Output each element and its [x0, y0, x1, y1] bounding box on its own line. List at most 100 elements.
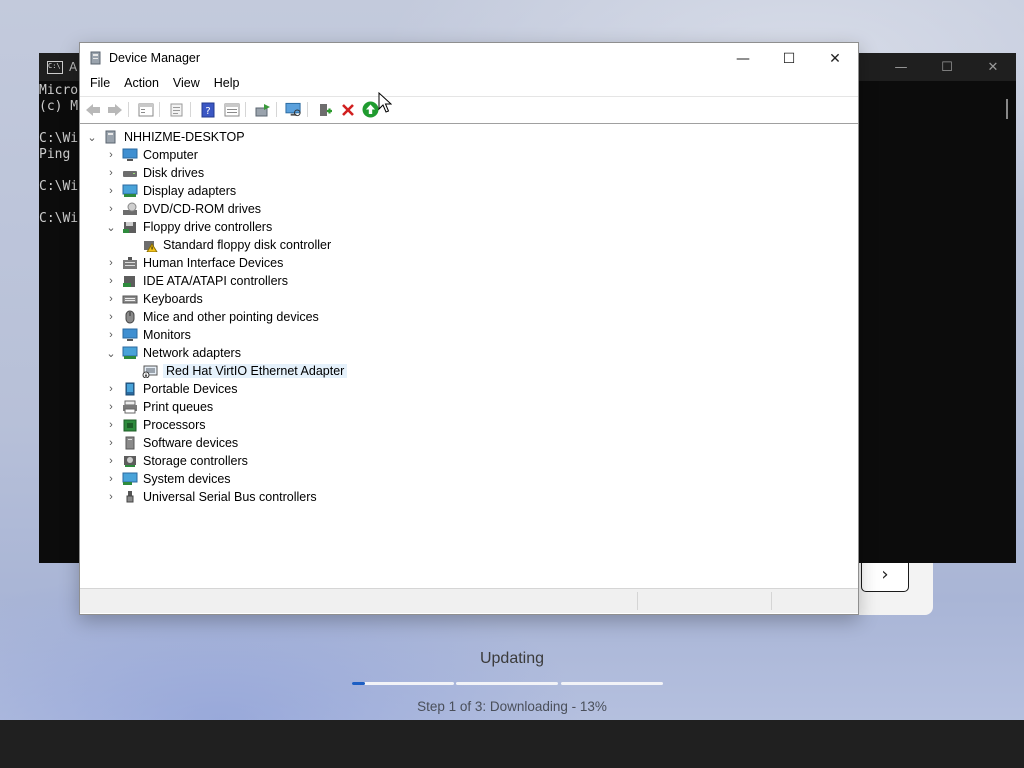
back-icon[interactable] [84, 101, 101, 118]
minimize-button[interactable]: — [720, 43, 766, 74]
console-close-button[interactable]: ✕ [970, 53, 1016, 81]
tree-category-item[interactable]: › IDE ATA/ATAPI controllers [105, 272, 288, 290]
console-app-icon: C:\ [47, 61, 63, 74]
uninstall-icon[interactable] [339, 101, 356, 118]
tree-device-item[interactable]: Red Hat VirtIO Ethernet Adapter [142, 362, 348, 380]
chevron-right-icon[interactable]: › [105, 329, 117, 341]
svg-text:?: ? [205, 106, 210, 117]
tree-item-label: System devices [143, 472, 231, 486]
chevron-right-icon[interactable]: › [105, 275, 117, 287]
chevron-right-icon: › [881, 563, 889, 585]
chevron-down-icon[interactable]: ⌄ [86, 131, 98, 144]
tree-category-item[interactable]: › Keyboards [105, 290, 203, 308]
console-minimize-button[interactable]: — [878, 53, 924, 81]
tree-category-item[interactable]: › System devices [105, 470, 231, 488]
chevron-down-icon[interactable]: ⌄ [105, 221, 117, 234]
tree-item-label: Print queues [143, 400, 214, 414]
floppy-controller-icon [123, 222, 136, 233]
tree-category-item[interactable]: › Processors [105, 416, 205, 434]
forward-icon[interactable] [106, 101, 123, 118]
ethernet-adapter-icon [142, 365, 158, 378]
properties-icon[interactable] [168, 101, 185, 118]
storage-controller-icon [124, 456, 136, 467]
device-tree[interactable]: ⌄ NHHIZME-DESKTOP › Computer › Disk drives ›… [80, 123, 858, 588]
tree-item-label: Display adapters [143, 184, 237, 198]
tree-item-label: Red Hat VirtIO Ethernet Adapter [163, 364, 348, 378]
tree-device-item[interactable]: Standard floppy disk controller [142, 236, 331, 254]
tree-category-item[interactable]: › Disk drives [105, 164, 204, 182]
ide-controller-icon [123, 276, 135, 287]
tree-category-item[interactable]: › Storage controllers [105, 452, 248, 470]
menu-file[interactable]: File [90, 74, 110, 95]
tree-item-label: Mice and other pointing devices [143, 310, 319, 324]
menu-help[interactable]: Help [214, 74, 240, 95]
chevron-right-icon[interactable]: › [105, 149, 117, 161]
status-bar [80, 588, 858, 613]
chevron-right-icon[interactable]: › [105, 293, 117, 305]
tree-item-label: Portable Devices [143, 382, 238, 396]
toolbar: ? [80, 96, 858, 122]
warning-device-icon [144, 241, 158, 252]
chevron-right-icon[interactable]: › [105, 383, 117, 395]
console-scrollbar[interactable] [1006, 99, 1008, 119]
menu-bar: File Action View Help [80, 74, 858, 95]
tree-root[interactable]: ⌄ NHHIZME-DESKTOP [86, 128, 244, 146]
progress-segment [456, 682, 558, 685]
chevron-right-icon[interactable]: › [105, 473, 117, 485]
tree-item-label: Floppy drive controllers [143, 220, 273, 234]
device-manager-window[interactable]: Device Manager — ☐ ✕ File Action View He… [79, 42, 859, 615]
tree-item-label: Computer [143, 148, 198, 162]
display-adapter-icon [122, 184, 138, 197]
enable-device-icon[interactable] [362, 101, 379, 118]
scan-hardware-icon[interactable] [285, 101, 302, 118]
tree-category-item[interactable]: › Human Interface Devices [105, 254, 283, 272]
resources-icon[interactable] [223, 101, 240, 118]
tree-category-item[interactable]: › Universal Serial Bus controllers [105, 488, 317, 506]
show-hide-tree-icon[interactable] [137, 101, 154, 118]
update-driver-icon[interactable] [254, 101, 271, 118]
computer-root-icon [105, 130, 116, 144]
tree-category-item[interactable]: › Computer [105, 146, 198, 164]
chevron-down-icon[interactable]: ⌄ [105, 347, 117, 360]
tree-category-item[interactable]: › Display adapters [105, 182, 236, 200]
chevron-right-icon[interactable]: › [105, 437, 117, 449]
chevron-right-icon[interactable]: › [105, 167, 117, 179]
tree-category-item[interactable]: ⌄ Network adapters [105, 344, 241, 362]
chevron-right-icon[interactable]: › [105, 185, 117, 197]
menu-action[interactable]: Action [124, 74, 159, 95]
monitor-icon [122, 328, 138, 341]
chevron-right-icon[interactable]: › [105, 455, 117, 467]
tree-category-item[interactable]: › Monitors [105, 326, 191, 344]
chevron-right-icon[interactable]: › [105, 401, 117, 413]
chevron-right-icon[interactable]: › [105, 257, 117, 269]
system-device-icon [122, 472, 138, 485]
tree-item-label: Keyboards [143, 292, 203, 306]
tree-category-item[interactable]: › Software devices [105, 434, 238, 452]
chevron-right-icon[interactable]: › [105, 311, 117, 323]
chevron-right-icon[interactable]: › [105, 203, 117, 215]
console-maximize-button[interactable]: ☐ [924, 53, 970, 81]
tree-category-item[interactable]: ⌄ Floppy drive controllers [105, 218, 272, 236]
progress-segment [561, 682, 663, 685]
maximize-button[interactable]: ☐ [766, 43, 812, 74]
titlebar[interactable]: Device Manager — ☐ ✕ [80, 43, 858, 74]
console-title: A [69, 60, 78, 74]
chevron-right-icon[interactable]: › [105, 419, 117, 431]
software-device-icon [125, 436, 135, 450]
tree-item-label: Network adapters [143, 346, 241, 360]
add-legacy-icon[interactable] [316, 101, 333, 118]
tree-category-item[interactable]: › Print queues [105, 398, 213, 416]
update-step-text: Step 1 of 3: Downloading - 13% [417, 699, 607, 714]
help-icon[interactable]: ? [199, 101, 216, 118]
tree-category-item[interactable]: › DVD/CD-ROM drives [105, 200, 261, 218]
progress-segment [352, 682, 454, 685]
update-status-title: Updating [479, 650, 545, 667]
mouse-cursor [378, 92, 392, 113]
close-button[interactable]: ✕ [812, 43, 858, 74]
chevron-right-icon[interactable]: › [105, 491, 117, 503]
tree-item-label: Standard floppy disk controller [163, 238, 332, 252]
tree-item-label: Human Interface Devices [143, 256, 284, 270]
menu-view[interactable]: View [173, 74, 200, 95]
tree-category-item[interactable]: › Mice and other pointing devices [105, 308, 319, 326]
tree-category-item[interactable]: › Portable Devices [105, 380, 238, 398]
